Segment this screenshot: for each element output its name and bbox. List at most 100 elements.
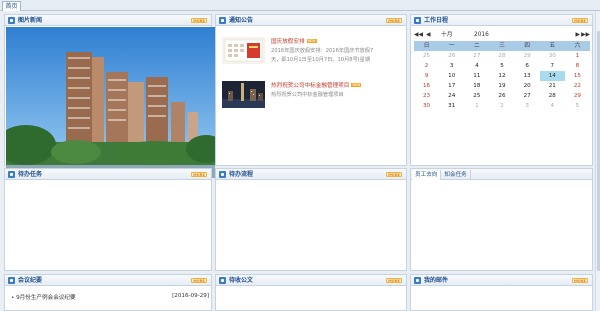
- city-night-thumbnail-image: [222, 81, 265, 108]
- news-photo[interactable]: [6, 27, 215, 178]
- calendar-thumbnail-image: [222, 37, 265, 64]
- calendar-day[interactable]: 30: [540, 51, 565, 61]
- calendar-day[interactable]: 16: [414, 81, 439, 91]
- tab-staff-whereabouts[interactable]: 员工去向: [412, 170, 442, 180]
- calendar-day[interactable]: 26: [439, 51, 464, 61]
- next-year-icon[interactable]: ▶▶: [581, 31, 590, 39]
- meeting-item-text[interactable]: 9月份生产例会会议纪要: [16, 295, 76, 301]
- calendar-day[interactable]: 7: [540, 61, 565, 71]
- staff-tabs: 员工去向 知会任务: [412, 170, 471, 180]
- prev-year-icon[interactable]: ◀◀: [414, 31, 423, 39]
- panel-header: 图片新闻 MORE: [5, 15, 211, 26]
- calendar-day[interactable]: 3: [515, 101, 540, 111]
- prev-month-icon[interactable]: ◀: [426, 31, 430, 39]
- notice-title[interactable]: 国庆放假安排 NEW: [271, 37, 317, 45]
- calendar-day[interactable]: 27: [515, 91, 540, 101]
- tab-notify-tasks[interactable]: 知会任务: [441, 170, 471, 180]
- calendar-week: 30 31 1 2 3 4 5: [414, 101, 590, 111]
- notice-item[interactable]: 国庆放假安排 NEW 2016年国庆放假安排：2016年国庆节放假7 天，即10月1…: [222, 37, 407, 72]
- more-button[interactable]: MORE: [191, 172, 207, 177]
- calendar-day[interactable]: 30: [414, 101, 439, 111]
- next-month-icon[interactable]: ▶: [576, 31, 580, 39]
- calendar-day[interactable]: 5: [489, 61, 514, 71]
- calendar-day[interactable]: 17: [439, 81, 464, 91]
- calendar-day[interactable]: 22: [565, 81, 590, 91]
- schedule-panel: 工作日程 MORE ◀◀ ◀ 十月 2016 ▶ ▶▶ 日一二三四五六 25 26…: [410, 14, 593, 166]
- buildings-image: [6, 27, 215, 178]
- calendar-day[interactable]: 23: [414, 91, 439, 101]
- calendar-day[interactable]: 19: [489, 81, 514, 91]
- panel-header: 我的邮件 MORE: [411, 275, 592, 286]
- panel-title: 图片新闻: [18, 17, 43, 24]
- calendar-day[interactable]: 18: [464, 81, 489, 91]
- calendar-day[interactable]: 1: [464, 101, 489, 111]
- calendar: ◀◀ ◀ 十月 2016 ▶ ▶▶ 日一二三四五六 25 26 27 28 29 30 1 2…: [414, 31, 590, 111]
- calendar-day[interactable]: 13: [515, 71, 540, 81]
- calendar-week: 2345678: [414, 61, 590, 71]
- calendar-year[interactable]: 2016: [474, 31, 489, 39]
- calendar-day[interactable]: 28: [489, 51, 514, 61]
- calendar-day[interactable]: 31: [439, 101, 464, 111]
- panel-title: 待收公文: [229, 277, 254, 284]
- calendar-day[interactable]: 21: [540, 81, 565, 91]
- more-button[interactable]: MORE: [386, 172, 402, 177]
- weekday-label: 一: [448, 43, 455, 49]
- calendar-day[interactable]: 4: [464, 61, 489, 71]
- tab-bar: 首页: [0, 0, 600, 11]
- more-button[interactable]: MORE: [386, 278, 402, 283]
- panel-header: 通知公告 MORE: [216, 15, 406, 26]
- calendar-day[interactable]: 2: [414, 61, 439, 71]
- staff-panel: 员工去向 知会任务: [410, 168, 593, 271]
- vertical-scrollbar[interactable]: [595, 11, 600, 311]
- calendar-day[interactable]: 15: [565, 71, 590, 81]
- meeting-panel: 会议纪要 MORE • 9月份生产例会会议纪要 [2016-09-29]: [4, 274, 212, 311]
- more-button[interactable]: MORE: [572, 18, 588, 23]
- calendar-day[interactable]: 12: [489, 71, 514, 81]
- notice-item[interactable]: 热烈祝贺公司中标金融管理项目 NEW 热烈祝贺公司中标金融管理项目: [222, 81, 407, 116]
- panel-header: 工作日程 MORE: [411, 15, 592, 26]
- calendar-day[interactable]: 29: [565, 91, 590, 101]
- mail-panel: 我的邮件 MORE: [410, 274, 593, 311]
- calendar-day[interactable]: 25: [414, 51, 439, 61]
- calendar-day[interactable]: 20: [515, 81, 540, 91]
- notice-title[interactable]: 热烈祝贺公司中标金融管理项目 NEW: [271, 81, 362, 89]
- tab-home[interactable]: 首页: [2, 1, 21, 11]
- notices-panel: 通知公告 MORE 国庆放假安排 NEW 2016年国庆放假安排：2016年国庆节…: [215, 14, 407, 166]
- weekday-label: 六: [574, 43, 581, 49]
- calendar-today[interactable]: 14: [539, 71, 565, 81]
- calendar-day[interactable]: 1: [565, 51, 590, 61]
- panel-title: 工作日程: [424, 17, 449, 24]
- calendar-day[interactable]: 29: [515, 51, 540, 61]
- calendar-day[interactable]: 4: [540, 101, 565, 111]
- calendar-day[interactable]: 11: [464, 71, 489, 81]
- calendar-day[interactable]: 5: [565, 101, 590, 111]
- calendar-day[interactable]: 26: [489, 91, 514, 101]
- calendar-day[interactable]: 8: [565, 61, 590, 71]
- panel-header: 待收公文 MORE: [216, 275, 406, 286]
- notice-thumbnail: [222, 81, 265, 108]
- document-icon: [219, 277, 226, 284]
- calendar-week: 16 17 18 19 20 21 22: [414, 81, 590, 91]
- calendar-day[interactable]: 25: [464, 91, 489, 101]
- todo-process-panel: 待办流程 MORE: [215, 168, 407, 271]
- more-button[interactable]: MORE: [191, 278, 207, 283]
- weekday-header: 日一二三四五六: [414, 41, 590, 51]
- calendar-day[interactable]: 3: [439, 61, 464, 71]
- process-icon: [219, 171, 226, 178]
- calendar-day[interactable]: 2: [489, 101, 514, 111]
- calendar-month[interactable]: 十月: [441, 31, 453, 39]
- calendar-day[interactable]: 27: [464, 51, 489, 61]
- calendar-day[interactable]: 6: [515, 61, 540, 71]
- calendar-day[interactable]: 28: [540, 91, 565, 101]
- panel-header: 待办流程 MORE: [216, 169, 406, 180]
- calendar-day[interactable]: 24: [439, 91, 464, 101]
- calendar-week: 25 26 27 28 29 30 1: [414, 51, 590, 61]
- task-icon: [8, 171, 15, 178]
- calendar-day[interactable]: 9: [414, 71, 439, 81]
- calendar-day[interactable]: 10: [439, 71, 464, 81]
- list-item[interactable]: • 9月份生产例会会议纪要 [2016-09-29]: [11, 293, 209, 301]
- more-button[interactable]: MORE: [572, 278, 588, 283]
- panel-title: 待办流程: [229, 171, 254, 178]
- more-button[interactable]: MORE: [191, 18, 207, 23]
- more-button[interactable]: MORE: [386, 18, 402, 23]
